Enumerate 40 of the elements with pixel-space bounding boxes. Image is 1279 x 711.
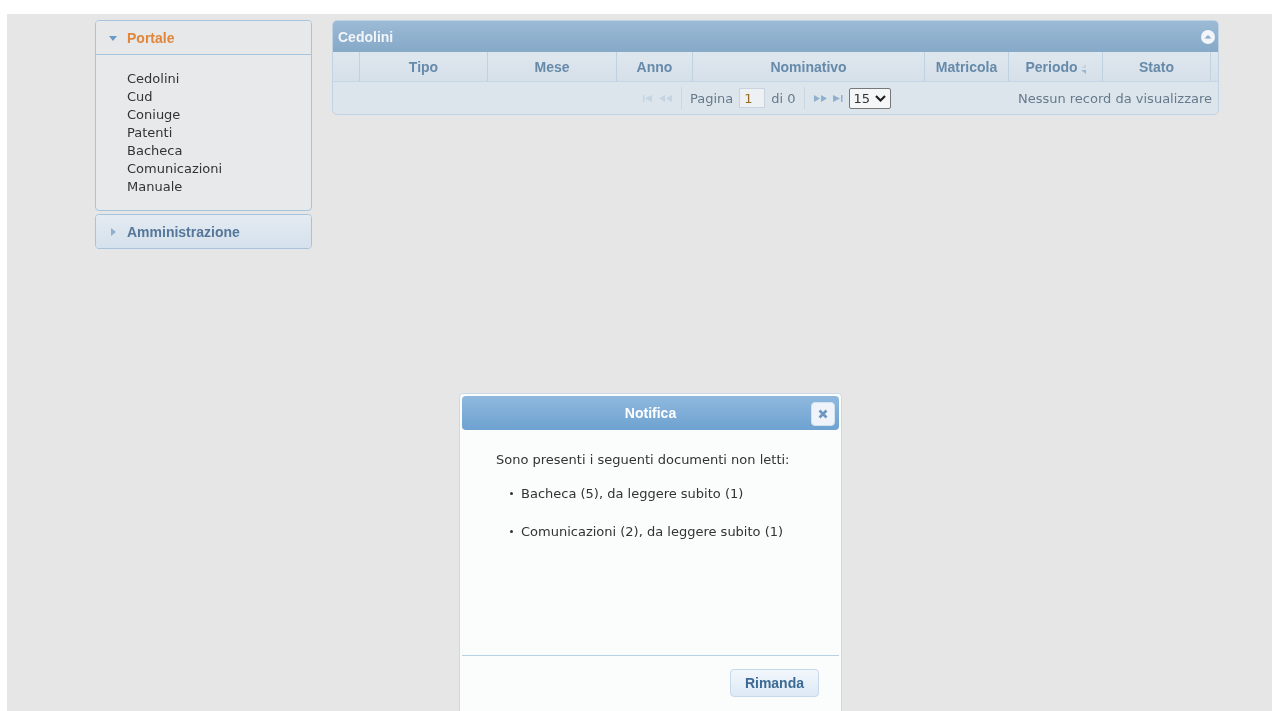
- menu-link[interactable]: Patenti: [127, 124, 311, 142]
- column-header[interactable]: Matricola: [925, 52, 1009, 81]
- page-count: di 0: [771, 90, 796, 106]
- menu-link[interactable]: Comunicazioni: [127, 160, 311, 178]
- grid-title: Cedolini: [338, 28, 394, 45]
- caret-right-icon: [109, 227, 117, 236]
- column-header[interactable]: Mese: [488, 52, 617, 81]
- dialog-message: Sono presenti i seguenti documenti non letti:: [496, 452, 791, 467]
- next-page-icon[interactable]: [812, 94, 827, 102]
- page-field[interactable]: 1: [739, 88, 766, 108]
- menu-link[interactable]: Coniuge: [127, 106, 311, 124]
- menu-link[interactable]: Cedolini: [127, 70, 311, 88]
- page-size-select[interactable]: 15: [848, 87, 892, 109]
- first-page-icon[interactable]: [643, 94, 653, 102]
- menu-link[interactable]: Bacheca: [127, 142, 311, 160]
- page-label: Pagina: [690, 90, 734, 106]
- previous-page-icon[interactable]: [659, 94, 673, 102]
- bullet-icon: [510, 530, 513, 533]
- column-header[interactable]: Tipo: [360, 52, 488, 81]
- accordion-header[interactable]: Amministrazione: [96, 215, 311, 248]
- column-header[interactable]: Stato: [1103, 52, 1211, 81]
- bullet-icon: [510, 492, 513, 495]
- accordion-header[interactable]: Portale: [96, 21, 311, 55]
- sort-icon: [1080, 63, 1086, 74]
- list-item: Comunicazioni (2), da leggere subito (1): [521, 524, 784, 539]
- column-header[interactable]: Nominativo: [693, 52, 925, 81]
- chevron-down-icon: [875, 94, 887, 102]
- close-button[interactable]: [811, 402, 835, 426]
- menu-link[interactable]: Manuale: [127, 178, 311, 196]
- column-header[interactable]: Periodo: [1009, 52, 1103, 81]
- last-page-icon[interactable]: [832, 94, 843, 102]
- postpone-button[interactable]: Rimanda: [729, 668, 819, 697]
- collapse-icon[interactable]: [1201, 29, 1215, 44]
- record-info: Nessun record da visualizzare: [1017, 90, 1212, 106]
- dialog-title: Notifica: [624, 405, 677, 421]
- column-header[interactable]: Anno: [617, 52, 693, 81]
- caret-down-icon: [109, 33, 117, 42]
- close-icon: [818, 409, 828, 419]
- menu-link[interactable]: Cud: [127, 88, 311, 106]
- list-item: Bacheca (5), da leggere subito (1): [521, 486, 744, 501]
